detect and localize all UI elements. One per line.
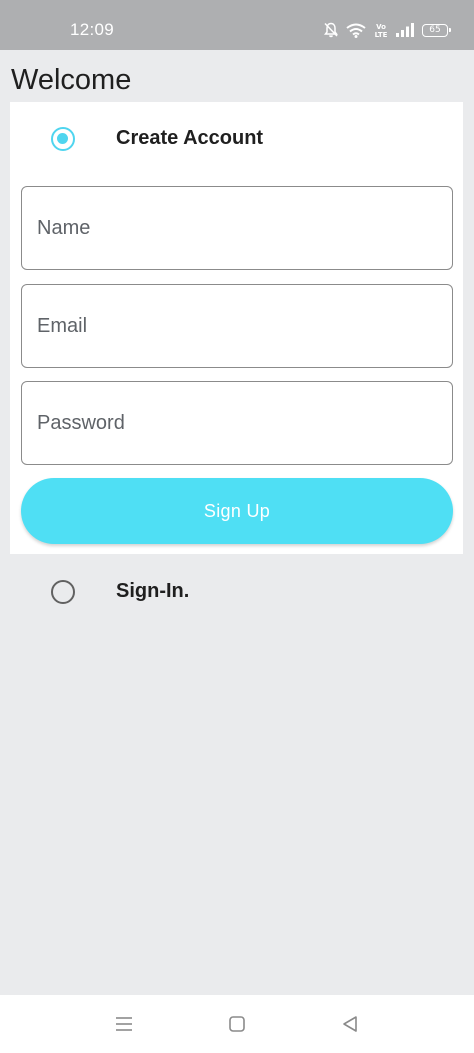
name-field[interactable] (21, 186, 453, 270)
status-time: 12:09 (70, 20, 115, 39)
sign-in-label[interactable]: Sign-In. (116, 579, 189, 603)
create-account-radio[interactable] (51, 127, 75, 151)
page-title: Welcome (11, 64, 132, 96)
home-square-icon[interactable] (225, 1012, 249, 1036)
password-field[interactable] (21, 381, 453, 465)
svg-text:LTE: LTE (375, 31, 388, 38)
sign-in-radio[interactable] (51, 580, 75, 604)
bell-off-icon (324, 22, 338, 38)
wifi-icon (346, 23, 366, 38)
back-triangle-icon[interactable] (338, 1012, 362, 1036)
svg-text:Vo: Vo (376, 23, 386, 31)
menu-icon[interactable] (112, 1012, 136, 1036)
battery-icon: 65 (422, 23, 451, 37)
email-field[interactable] (21, 284, 453, 368)
volte-icon: Vo LTE (374, 22, 388, 38)
navigation-bar (0, 995, 474, 1053)
create-account-card: Create Account Sign Up (10, 102, 463, 554)
signal-icon (396, 23, 414, 37)
create-account-label[interactable]: Create Account (116, 126, 263, 150)
sign-up-button[interactable]: Sign Up (21, 478, 453, 544)
status-bar: 12:09 Vo LTE 65 (0, 0, 474, 50)
status-icons: Vo LTE 65 (324, 18, 451, 42)
